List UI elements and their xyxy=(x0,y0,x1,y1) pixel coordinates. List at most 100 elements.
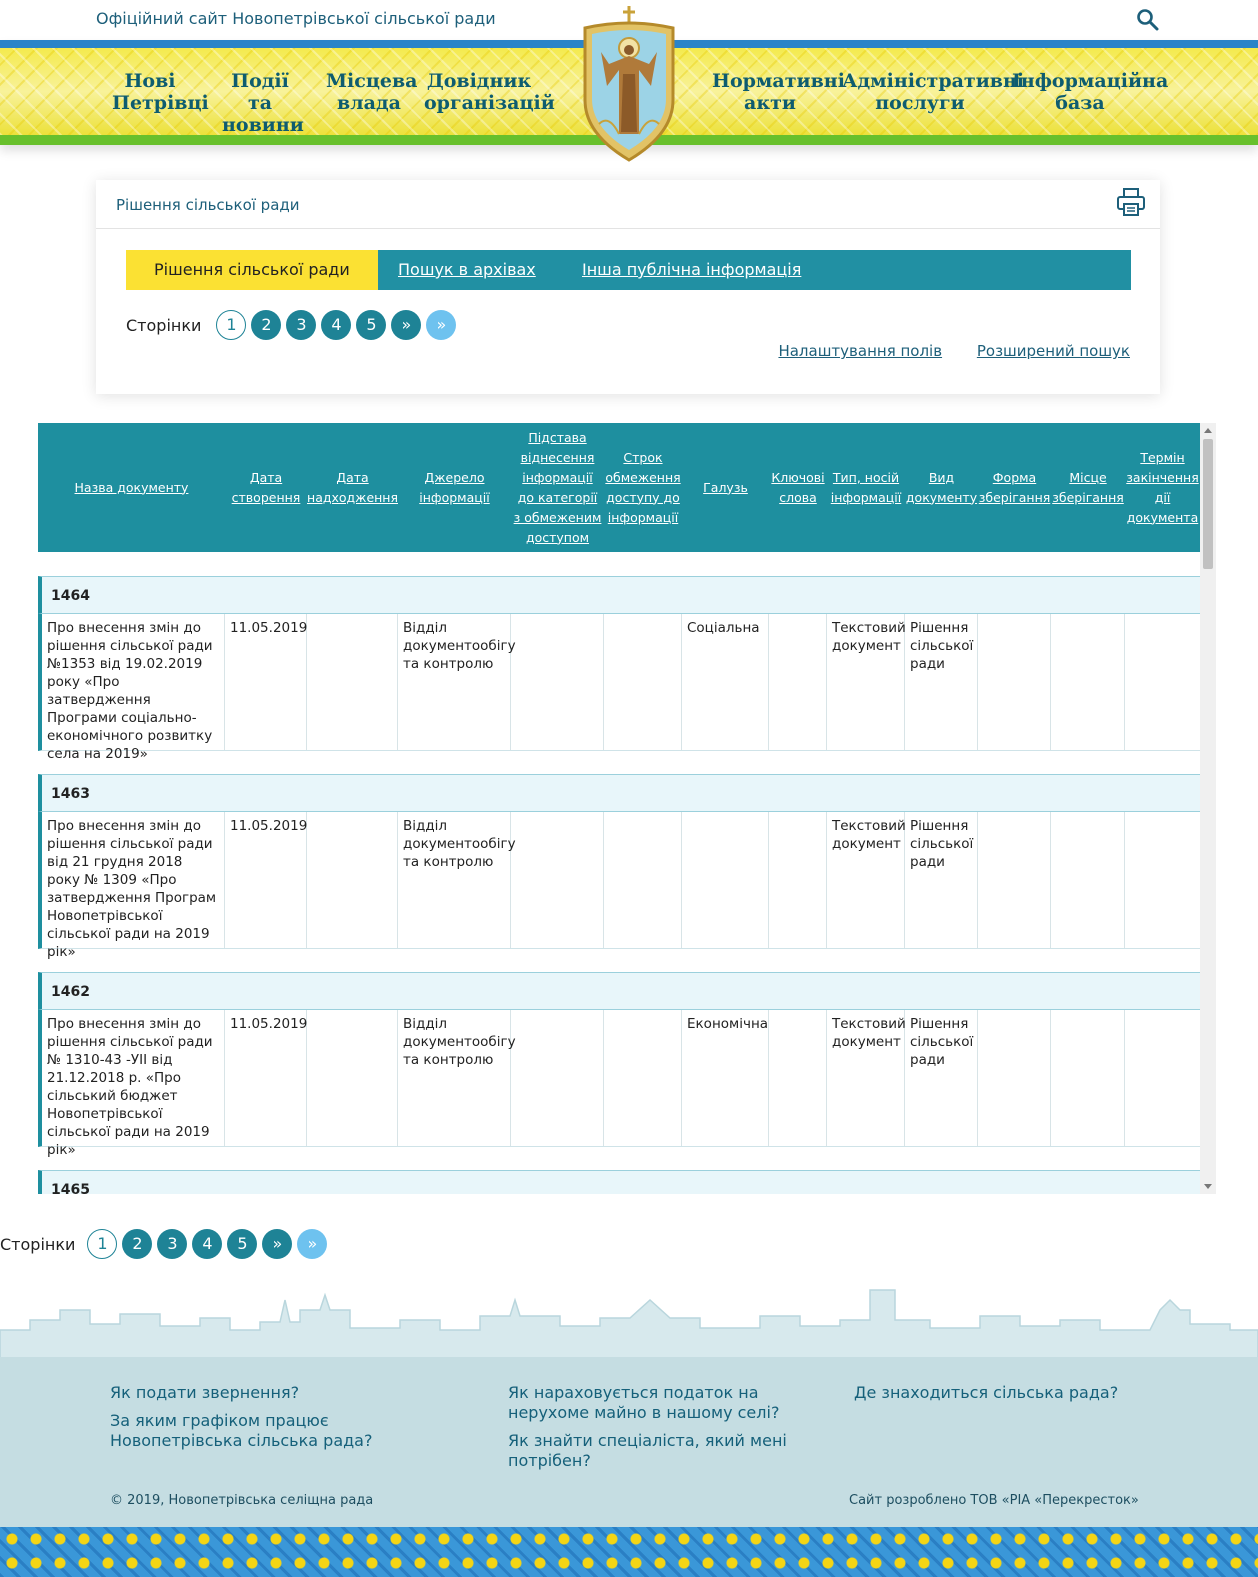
nav-item-label: Довідник організацій xyxy=(424,70,555,114)
footer: Як подати звернення? За яким графіком пр… xyxy=(0,1357,1258,1527)
table-row[interactable]: 1464 Про внесення змін до рішення сільсь… xyxy=(38,576,1200,762)
cell-storage-form xyxy=(978,614,1051,750)
nav-item-events-news[interactable]: Події та новини xyxy=(222,70,304,136)
record-id: 1465 xyxy=(38,1170,1200,1194)
footer-link-find-specialist[interactable]: Як знайти спеціаліста, який мені потрібе… xyxy=(508,1431,798,1471)
scrollbar-thumb[interactable] xyxy=(1203,439,1213,569)
tab-archive-search[interactable]: Пошук в архівах xyxy=(398,250,536,290)
record-id: 1462 xyxy=(38,972,1200,1010)
table-row[interactable]: 1463 Про внесення змін до рішення сільсь… xyxy=(38,774,1200,960)
cell-title[interactable]: Про внесення змін до рішення сільської р… xyxy=(42,1010,225,1158)
column-header-created[interactable]: Дата створення xyxy=(225,423,307,552)
page-button-1[interactable]: 1 xyxy=(216,310,247,340)
page-button-5[interactable]: 5 xyxy=(356,310,387,340)
cell-title[interactable]: Про внесення змін до рішення сільської р… xyxy=(42,812,225,960)
cell-restriction-basis xyxy=(511,1010,604,1146)
table-scrollbar[interactable] xyxy=(1200,423,1216,1194)
cell-keywords xyxy=(769,1010,827,1146)
cell-doc-kind: Рішення сільської ради xyxy=(905,1010,978,1146)
column-header-restriction-basis[interactable]: Підстава віднесення інформації до катего… xyxy=(511,423,604,552)
nav-item-label: Адміністративні послуги xyxy=(842,70,1025,114)
column-header-source[interactable]: Джерело інформації xyxy=(398,423,511,552)
footer-link-appeal[interactable]: Як подати звернення? xyxy=(110,1383,480,1403)
cell-sector: Економічна xyxy=(682,1010,769,1146)
field-settings-link[interactable]: Налаштування полів xyxy=(778,342,942,360)
record-id: 1463 xyxy=(38,774,1200,812)
nav-item-organizations[interactable]: Довідник організацій xyxy=(424,70,555,114)
advanced-search-link[interactable]: Розширений пошук xyxy=(977,342,1130,360)
cell-source: Відділ документообігу та контролю xyxy=(398,614,516,750)
footer-link-location[interactable]: Де знаходиться сільська рада? xyxy=(854,1383,1124,1403)
city-skyline-illustration xyxy=(0,1289,1258,1358)
documents-table: Назва документу Дата створення Дата надх… xyxy=(38,423,1216,1194)
divider xyxy=(96,228,1160,229)
cell-storage-form xyxy=(978,812,1051,948)
tab-bar: Рішення сільської ради Пошук в архівах І… xyxy=(126,250,1131,290)
nav-item-novi-petrivtsi[interactable]: Нові Петрівці xyxy=(112,70,209,114)
table-row[interactable]: 1462 Про внесення змін до рішення сільсь… xyxy=(38,972,1200,1158)
page-button-1[interactable]: 1 xyxy=(87,1229,118,1259)
card-links: Налаштування полів Розширений пошук xyxy=(748,342,1130,360)
page-button-3[interactable]: 3 xyxy=(286,310,317,340)
column-header-doc-kind[interactable]: Вид документу xyxy=(905,423,978,552)
cell-title[interactable]: Про внесення змін до рішення сільської р… xyxy=(42,614,225,762)
cell-sector: Соціальна xyxy=(682,614,769,750)
page-next-button[interactable]: » xyxy=(262,1229,293,1259)
table-row[interactable]: 1465 xyxy=(38,1170,1200,1194)
cell-restriction-term xyxy=(604,812,682,948)
tab-other-public-info[interactable]: Інша публічна інформація xyxy=(582,250,801,290)
nav-item-normative-acts[interactable]: Нормативні акти xyxy=(712,70,845,114)
pagination-label: Сторінки xyxy=(126,315,202,335)
cell-received xyxy=(307,614,398,750)
cell-doc-kind: Рішення сільської ради xyxy=(905,812,978,948)
page-title: Рішення сільської ради xyxy=(116,196,300,214)
page-next-button[interactable]: » xyxy=(391,310,422,340)
page-button-2[interactable]: 2 xyxy=(251,310,282,340)
table-header: Назва документу Дата створення Дата надх… xyxy=(38,423,1200,552)
footer-link-schedule[interactable]: За яким графіком працює Новопетрівська с… xyxy=(110,1411,460,1451)
cell-received xyxy=(307,1010,398,1146)
nav-item-label: Нормативні акти xyxy=(712,70,845,114)
column-header-title[interactable]: Назва документу xyxy=(38,423,225,552)
page-last-button[interactable]: » xyxy=(426,310,457,340)
pagination-label: Сторінки xyxy=(0,1234,76,1254)
nav-item-label: Місцева влада xyxy=(326,70,418,114)
column-header-received[interactable]: Дата надходження xyxy=(307,423,398,552)
nav-item-info-base[interactable]: Інформаційна база xyxy=(1012,70,1168,114)
pagination-bottom: Сторінки 1 2 3 4 5 » » xyxy=(0,1229,332,1259)
cell-type: Текстовий документ xyxy=(827,614,906,750)
column-header-keywords[interactable]: Ключові слова xyxy=(769,423,827,552)
cell-created: 11.05.2019 xyxy=(225,614,307,750)
cell-source: Відділ документообігу та контролю xyxy=(398,1010,516,1146)
column-header-storage-form[interactable]: Форма зберігання xyxy=(978,423,1051,552)
footer-link-property-tax[interactable]: Як нараховується податок на нерухоме май… xyxy=(508,1383,838,1423)
column-header-expiry[interactable]: Термін закінчення дії документа xyxy=(1125,423,1200,552)
page-button-3[interactable]: 3 xyxy=(157,1229,188,1259)
footer-ornament xyxy=(0,1527,1258,1577)
column-header-sector[interactable]: Галузь xyxy=(682,423,769,552)
emblem-icon[interactable] xyxy=(579,4,679,164)
tab-label: Інша публічна інформація xyxy=(582,260,802,279)
search-icon[interactable] xyxy=(1136,8,1160,32)
site-title[interactable]: Офіційний сайт Новопетрівської сільської… xyxy=(96,9,496,28)
page-button-4[interactable]: 4 xyxy=(192,1229,223,1259)
scroll-down-icon[interactable] xyxy=(1204,1184,1212,1189)
nav-item-local-government[interactable]: Місцева влада xyxy=(326,70,418,114)
scroll-up-icon[interactable] xyxy=(1204,428,1212,433)
cell-expiry xyxy=(1125,1010,1200,1146)
page-button-4[interactable]: 4 xyxy=(321,310,352,340)
nav-item-admin-services[interactable]: Адміністративні послуги xyxy=(842,70,1025,114)
column-header-restriction-term[interactable]: Строк обмеження доступу до інформації xyxy=(604,423,682,552)
column-header-storage-place[interactable]: Місце зберігання xyxy=(1051,423,1125,552)
column-header-type[interactable]: Тип, носій інформації xyxy=(827,423,905,552)
page-button-2[interactable]: 2 xyxy=(122,1229,153,1259)
page-button-5[interactable]: 5 xyxy=(227,1229,258,1259)
page-last-button[interactable]: » xyxy=(297,1229,328,1259)
cell-storage-form xyxy=(978,1010,1051,1146)
tab-council-decisions[interactable]: Рішення сільської ради xyxy=(126,250,378,290)
cell-storage-place xyxy=(1051,1010,1125,1146)
record-id: 1464 xyxy=(38,576,1200,614)
printer-icon[interactable] xyxy=(1116,187,1146,217)
cell-created: 11.05.2019 xyxy=(225,1010,307,1146)
cell-type: Текстовий документ xyxy=(827,1010,906,1146)
